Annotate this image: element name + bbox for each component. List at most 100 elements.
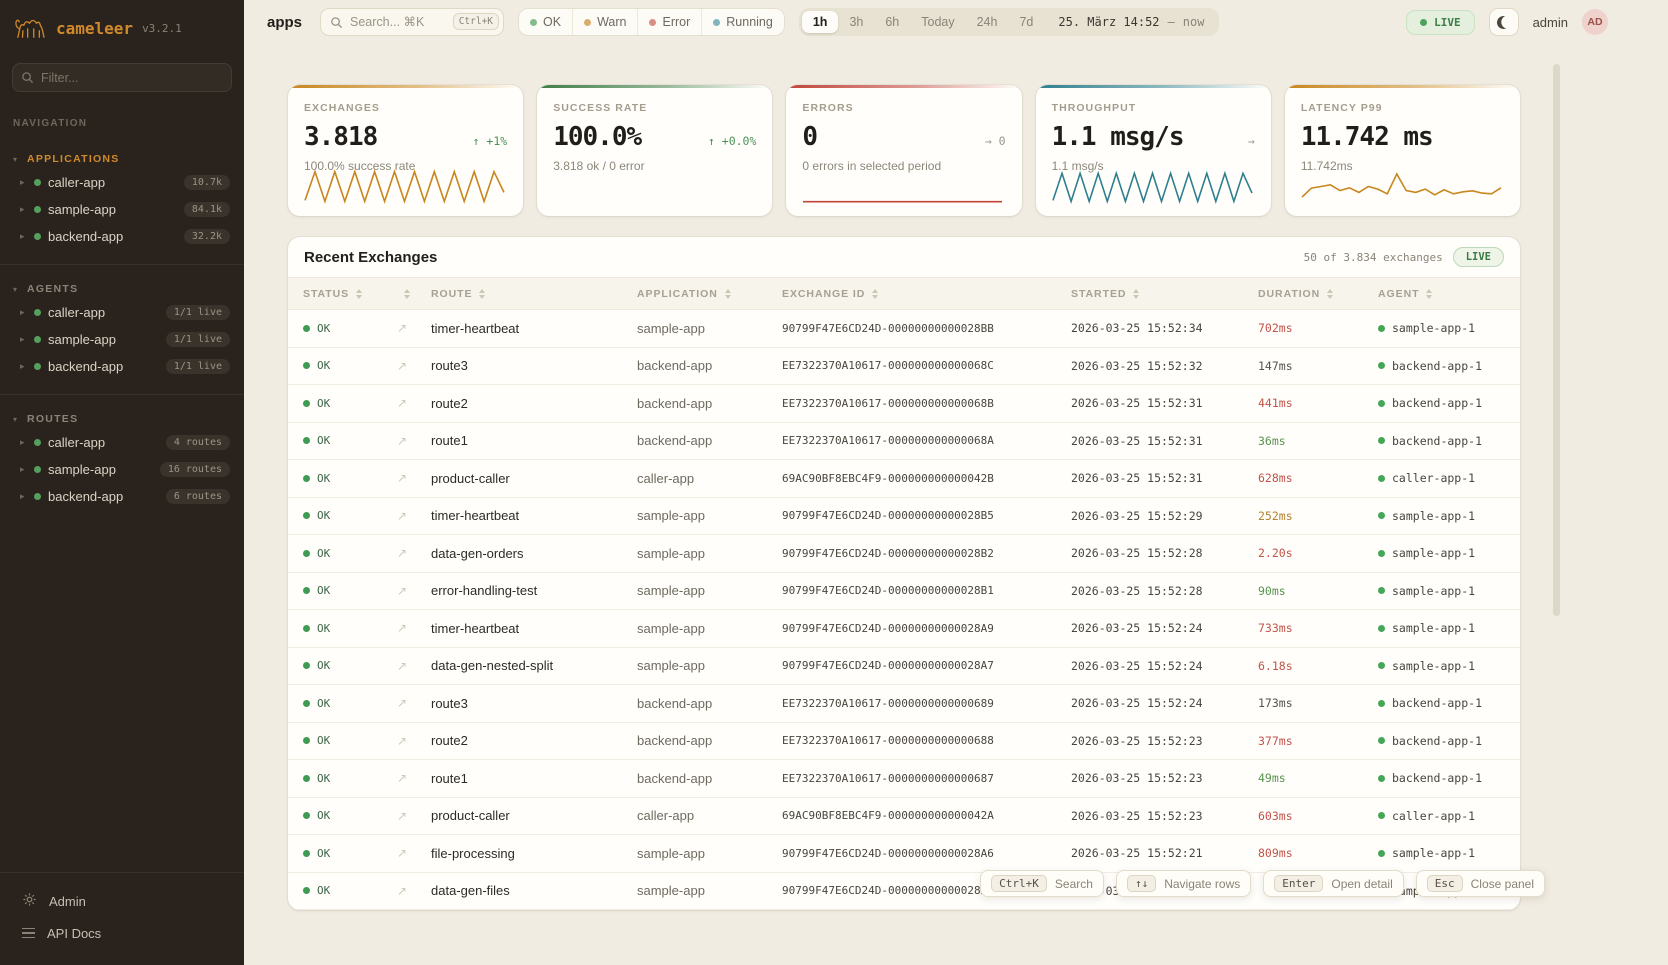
open-exchange-icon[interactable]: ↗ [397,659,431,673]
nav-section-header[interactable]: ▾ AGENTS [0,279,244,299]
table-row[interactable]: OK ↗ route3 backend-app EE7322370A10617-… [288,685,1520,723]
sidebar-item-backend-app[interactable]: ▸ backend-app 32.2k [0,223,244,250]
sidebar-filter-input[interactable] [12,63,232,92]
table-row[interactable]: OK ↗ error-handling-test sample-app 9079… [288,573,1520,611]
time-range-6h[interactable]: 6h [874,11,910,33]
status-dot-icon [303,362,310,369]
time-range-3h[interactable]: 3h [838,11,874,33]
sidebar-footer-admin[interactable]: Admin [0,885,244,917]
status-cell: OK [303,809,397,822]
column-header-route[interactable]: ROUTE [431,288,637,300]
theme-toggle-button[interactable] [1489,8,1519,36]
sidebar-item-sample-app[interactable]: ▸ sample-app 1/1 live [0,326,244,353]
application-cell: backend-app [637,358,782,373]
nav-item-label: caller-app [48,435,105,450]
exchange-id-cell: 90799F47E6CD24D-00000000000028B1 [782,584,1071,597]
application-cell: sample-app [637,546,782,561]
table-row[interactable]: OK ↗ timer-heartbeat sample-app 90799F47… [288,310,1520,348]
open-exchange-icon[interactable]: ↗ [397,321,431,335]
open-exchange-icon[interactable]: ↗ [397,809,431,823]
table-row[interactable]: OK ↗ timer-heartbeat sample-app 90799F47… [288,610,1520,648]
vertical-scrollbar[interactable] [1553,64,1560,616]
agent-dot-icon [1378,437,1385,444]
table-row[interactable]: OK ↗ product-caller caller-app 69AC90BF8… [288,798,1520,836]
sidebar-item-backend-app[interactable]: ▸ backend-app 1/1 live [0,353,244,380]
metric-value: 1.1 msg/s [1052,122,1184,152]
column-header-started[interactable]: STARTED [1071,288,1258,300]
open-exchange-icon[interactable]: ↗ [397,846,431,860]
column-header-application[interactable]: APPLICATION [637,288,782,300]
open-exchange-icon[interactable]: ↗ [397,584,431,598]
time-range-24h[interactable]: 24h [966,11,1009,33]
hint-label: Search [1055,877,1093,891]
open-exchange-icon[interactable]: ↗ [397,884,431,898]
table-row[interactable]: OK ↗ route2 backend-app EE7322370A10617-… [288,385,1520,423]
time-range-1h[interactable]: 1h [802,11,839,33]
sidebar-item-sample-app[interactable]: ▸ sample-app 16 routes [0,456,244,483]
open-exchange-icon[interactable]: ↗ [397,396,431,410]
search-shortcut-kbd: Ctrl+K [453,13,499,30]
sidebar-item-caller-app[interactable]: ▸ caller-app 1/1 live [0,299,244,326]
metric-label: LATENCY P99 [1301,102,1504,114]
status-dot-icon [303,700,310,707]
status-cell: OK [303,434,397,447]
chevron-right-icon: ▸ [20,437,34,448]
started-cell: 2026-03-25 15:52:21 [1071,846,1258,860]
time-range-today[interactable]: Today [910,11,965,33]
status-filter-running[interactable]: Running [701,9,784,35]
hint-kbd: Enter [1274,875,1323,892]
column-header-agent[interactable]: AGENT [1378,288,1520,300]
status-filter-error[interactable]: Error [637,9,701,35]
duration-cell: 49ms [1258,771,1378,785]
open-exchange-icon[interactable]: ↗ [397,509,431,523]
open-exchange-icon[interactable]: ↗ [397,696,431,710]
column-header-expand[interactable] [397,289,431,299]
nav-section-header[interactable]: ▾ APPLICATIONS [0,149,244,169]
open-exchange-icon[interactable]: ↗ [397,471,431,485]
date-range-display[interactable]: 25. März 14:52—now [1044,15,1216,29]
avatar[interactable]: AD [1582,9,1608,35]
sidebar-item-caller-app[interactable]: ▸ caller-app 4 routes [0,429,244,456]
exchange-id-cell: EE7322370A10617-000000000000068B [782,397,1071,410]
sidebar-item-backend-app[interactable]: ▸ backend-app 6 routes [0,483,244,510]
open-exchange-icon[interactable]: ↗ [397,359,431,373]
time-range-7d[interactable]: 7d [1008,11,1044,33]
sidebar-footer-api-docs[interactable]: API Docs [0,917,244,949]
table-row[interactable]: OK ↗ product-caller caller-app 69AC90BF8… [288,460,1520,498]
started-cell: 2026-03-25 15:52:28 [1071,584,1258,598]
column-header-duration[interactable]: DURATION [1258,288,1378,300]
agent-dot-icon [1378,700,1385,707]
open-exchange-icon[interactable]: ↗ [397,621,431,635]
gear-icon [22,892,37,910]
table-row[interactable]: OK ↗ data-gen-nested-split sample-app 90… [288,648,1520,686]
table-row[interactable]: OK ↗ file-processing sample-app 90799F47… [288,835,1520,873]
table-row[interactable]: OK ↗ route3 backend-app EE7322370A10617-… [288,348,1520,386]
sidebar-item-caller-app[interactable]: ▸ caller-app 10.7k [0,169,244,196]
status-cell: OK [303,359,397,372]
table-row[interactable]: OK ↗ route2 backend-app EE7322370A10617-… [288,723,1520,761]
live-toggle[interactable]: LIVE [1406,10,1475,35]
chevron-right-icon: ▸ [20,204,34,215]
open-exchange-icon[interactable]: ↗ [397,434,431,448]
agent-dot-icon [1378,362,1385,369]
open-exchange-icon[interactable]: ↗ [397,734,431,748]
duration-cell: 441ms [1258,396,1378,410]
exchange-id-cell: 69AC90BF8EBC4F9-000000000000042B [782,472,1071,485]
chevron-right-icon: ▸ [20,307,34,318]
status-filter-ok[interactable]: OK [519,9,572,35]
open-exchange-icon[interactable]: ↗ [397,771,431,785]
table-row[interactable]: OK ↗ route1 backend-app EE7322370A10617-… [288,423,1520,461]
table-row[interactable]: OK ↗ timer-heartbeat sample-app 90799F47… [288,498,1520,536]
started-cell: 2026-03-25 15:52:31 [1071,471,1258,485]
status-filter-warn[interactable]: Warn [572,9,637,35]
status-cell: OK [303,659,397,672]
nav-section-header[interactable]: ▾ ROUTES [0,409,244,429]
column-header-status[interactable]: STATUS [303,288,397,300]
duration-cell: 252ms [1258,509,1378,523]
table-row[interactable]: OK ↗ data-gen-orders sample-app 90799F47… [288,535,1520,573]
sidebar-item-sample-app[interactable]: ▸ sample-app 84.1k [0,196,244,223]
open-exchange-icon[interactable]: ↗ [397,546,431,560]
table-row[interactable]: OK ↗ route1 backend-app EE7322370A10617-… [288,760,1520,798]
column-header-exchange-id[interactable]: EXCHANGE ID [782,288,1071,300]
started-cell: 2026-03-25 15:52:24 [1071,621,1258,635]
